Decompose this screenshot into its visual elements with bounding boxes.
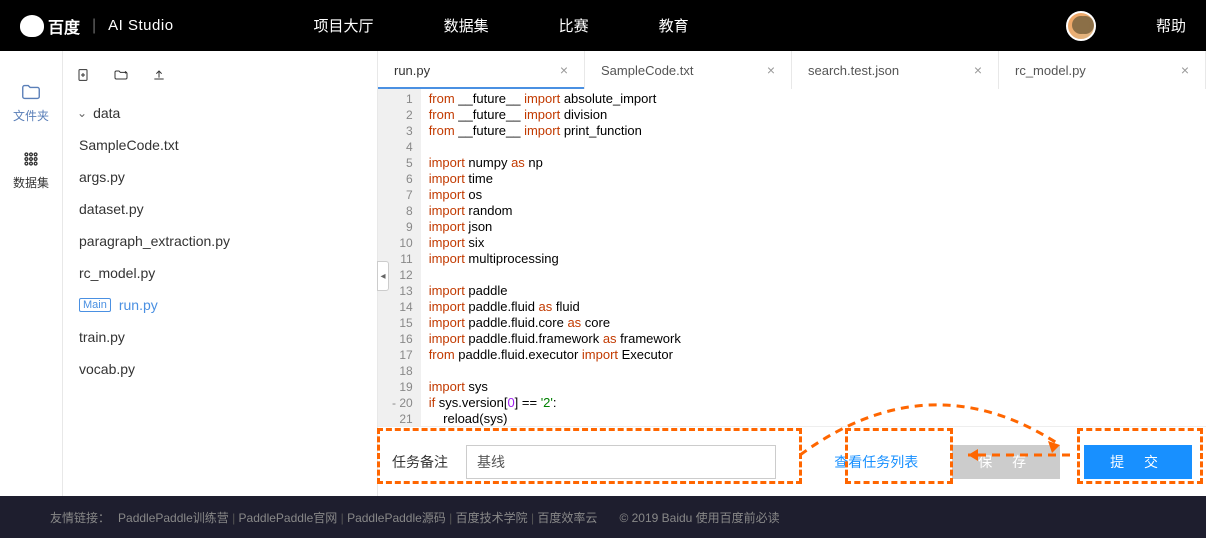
help-link[interactable]: 帮助 (1156, 15, 1186, 36)
main: 文件夹 数据集 ⌄data SampleCode.txtargs.pydatas… (0, 51, 1206, 496)
code-editor[interactable]: 12345678910111213141516171819- 20212223 … (378, 89, 1206, 426)
footer-link[interactable]: PaddlePaddle训练营 (118, 511, 229, 525)
tab-rc-model[interactable]: rc_model.py× (999, 51, 1206, 89)
file-tree: ⌄data SampleCode.txtargs.pydataset.pypar… (63, 93, 377, 389)
tree-file-run-py[interactable]: Mainrun.py (63, 289, 377, 321)
nav-projects[interactable]: 项目大厅 (314, 15, 374, 36)
left-tab-datasets[interactable]: 数据集 (0, 138, 62, 205)
editor-area: ◂ run.py× SampleCode.txt× search.test.js… (377, 51, 1206, 496)
baidu-paw-icon (20, 15, 44, 37)
footer-link[interactable]: PaddlePaddle源码 (347, 511, 446, 525)
new-folder-icon[interactable] (113, 67, 129, 83)
task-bar: 任务备注 查看任务列表 保 存 提 交 (378, 426, 1206, 496)
avatar[interactable] (1066, 11, 1096, 41)
left-tab-files[interactable]: 文件夹 (0, 71, 62, 138)
task-note-input[interactable] (466, 445, 776, 479)
task-label: 任务备注 (392, 452, 448, 472)
file-toolbar (63, 63, 377, 93)
logo[interactable]: 百度 | AI Studio (20, 14, 174, 38)
footer-link[interactable]: PaddlePaddle官网 (239, 511, 338, 525)
dataset-icon (20, 148, 42, 170)
upload-icon[interactable] (151, 67, 167, 83)
tree-file[interactable]: args.py (63, 161, 377, 193)
editor-tabs: run.py× SampleCode.txt× search.test.json… (378, 51, 1206, 89)
tree-file[interactable]: dataset.py (63, 193, 377, 225)
submit-button[interactable]: 提 交 (1084, 445, 1192, 479)
close-icon[interactable]: × (560, 62, 568, 78)
tab-search-test[interactable]: search.test.json× (792, 51, 999, 89)
file-panel: ⌄data SampleCode.txtargs.pydataset.pypar… (63, 51, 377, 496)
footer-link[interactable]: 百度效率云 (537, 511, 597, 525)
logo-ai-studio: AI Studio (108, 17, 173, 34)
close-icon[interactable]: × (767, 62, 775, 78)
footer-copyright: © 2019 Baidu 使用百度前必读 (619, 509, 779, 526)
chevron-down-icon: ⌄ (77, 106, 87, 120)
tree-file[interactable]: paragraph_extraction.py (63, 225, 377, 257)
main-badge: Main (79, 298, 111, 312)
collapse-handle[interactable]: ◂ (377, 261, 389, 291)
nav-datasets[interactable]: 数据集 (444, 15, 489, 36)
folder-icon (20, 81, 42, 103)
top-nav: 项目大厅 数据集 比赛 教育 (314, 15, 689, 36)
tab-run-py[interactable]: run.py× (378, 51, 585, 89)
logo-text: 百度 (48, 14, 80, 38)
logo-divider: | (92, 17, 96, 35)
footer-link[interactable]: 百度技术学院 (456, 511, 528, 525)
tree-file[interactable]: train.py (63, 321, 377, 353)
new-file-icon[interactable] (75, 67, 91, 83)
tree-folder-data[interactable]: ⌄data (63, 97, 377, 129)
close-icon[interactable]: × (974, 62, 982, 78)
code-content[interactable]: from __future__ import absolute_importfr… (421, 89, 689, 426)
tree-file[interactable]: vocab.py (63, 353, 377, 385)
tree-file[interactable]: SampleCode.txt (63, 129, 377, 161)
footer: 友情链接： PaddlePaddle训练营 | PaddlePaddle官网 |… (0, 496, 1206, 538)
footer-prefix: 友情链接： (50, 509, 110, 526)
top-bar: 百度 | AI Studio 项目大厅 数据集 比赛 教育 帮助 (0, 0, 1206, 51)
line-gutter: 12345678910111213141516171819- 20212223 (378, 89, 421, 426)
nav-education[interactable]: 教育 (659, 15, 689, 36)
nav-competitions[interactable]: 比赛 (559, 15, 589, 36)
tree-file[interactable]: rc_model.py (63, 257, 377, 289)
save-button[interactable]: 保 存 (952, 445, 1060, 479)
tab-samplecode[interactable]: SampleCode.txt× (585, 51, 792, 89)
view-task-list-link[interactable]: 查看任务列表 (834, 452, 918, 472)
close-icon[interactable]: × (1181, 62, 1189, 78)
left-rail: 文件夹 数据集 (0, 51, 63, 496)
